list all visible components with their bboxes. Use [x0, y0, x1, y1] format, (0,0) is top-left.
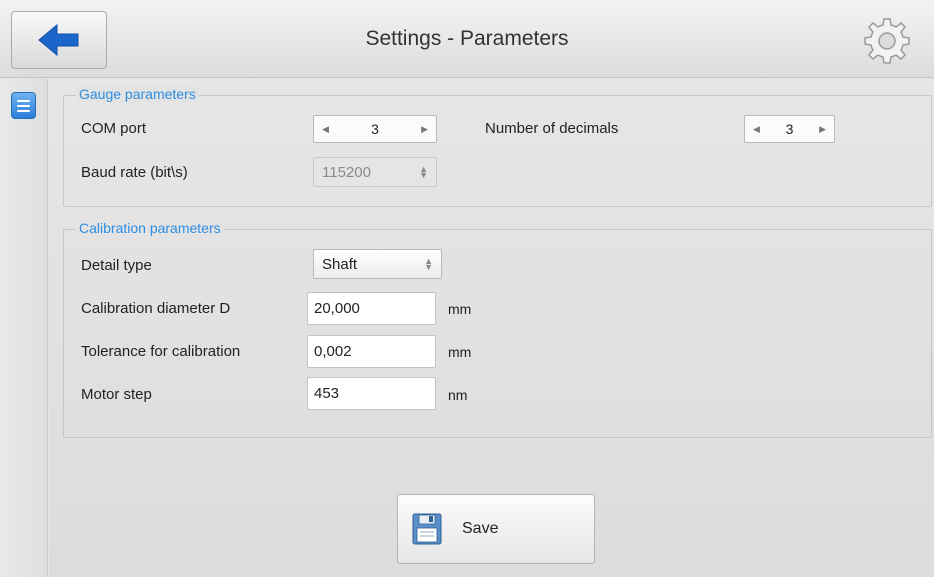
calibration-parameters-group: Calibration parameters — [63, 220, 932, 438]
updown-arrows-icon: ▲ ▼ — [419, 164, 428, 180]
tolerance-unit: mm — [448, 344, 472, 360]
com-port-spinner[interactable]: ◀ 3 ▶ — [313, 115, 437, 143]
decimals-value: 3 — [785, 121, 794, 137]
menu-button[interactable] — [11, 92, 36, 119]
detail-type-label: Detail type — [81, 257, 152, 274]
decrement-arrow-icon[interactable]: ◀ — [322, 124, 329, 135]
calibration-diameter-unit: mm — [448, 301, 472, 317]
calibration-diameter-label: Calibration diameter D — [81, 300, 231, 317]
decrement-arrow-icon[interactable]: ◀ — [753, 124, 760, 135]
motor-step-unit: nm — [448, 387, 468, 403]
hamburger-icon-line — [17, 109, 30, 112]
floppy-disk-icon — [412, 513, 442, 545]
save-button[interactable]: Save — [397, 494, 595, 564]
hamburger-icon — [17, 99, 30, 102]
motor-step-input[interactable]: 453 — [307, 377, 436, 410]
tolerance-label: Tolerance for calibration — [81, 343, 241, 360]
baud-rate-label: Baud rate (bit\s) — [81, 164, 188, 181]
baud-rate-value: 115200 — [322, 163, 371, 181]
arrow-left-icon — [38, 23, 79, 57]
decimals-spinner[interactable]: ◀ 3 ▶ — [744, 115, 835, 143]
increment-arrow-icon[interactable]: ▶ — [421, 124, 428, 135]
motor-step-label: Motor step — [81, 386, 152, 403]
save-button-label: Save — [462, 520, 499, 537]
increment-arrow-icon[interactable]: ▶ — [819, 124, 826, 135]
calibration-diameter-input[interactable]: 20,000 — [307, 292, 436, 325]
gauge-parameters-legend: Gauge parameters — [76, 86, 199, 102]
com-port-label: COM port — [81, 120, 147, 137]
header-bar: Settings - Parameters — [0, 0, 934, 78]
hamburger-icon-line — [17, 104, 30, 107]
page-title: Settings - Parameters — [365, 27, 569, 50]
back-button[interactable] — [11, 11, 107, 69]
calibration-parameters-legend: Calibration parameters — [76, 220, 224, 236]
updown-arrows-icon: ▲ ▼ — [424, 256, 433, 272]
baud-rate-select: 115200 ▲ ▼ — [313, 157, 437, 187]
gauge-parameters-group: Gauge parameters — [63, 86, 932, 207]
settings-button[interactable] — [862, 16, 912, 66]
left-sidebar — [0, 79, 48, 577]
detail-type-select[interactable]: Shaft ▲ ▼ — [313, 249, 442, 279]
detail-type-value: Shaft — [322, 255, 358, 273]
decimals-label: Number of decimals — [485, 120, 619, 137]
tolerance-input[interactable]: 0,002 — [307, 335, 436, 368]
com-port-value: 3 — [371, 121, 379, 137]
gear-icon — [864, 18, 910, 64]
